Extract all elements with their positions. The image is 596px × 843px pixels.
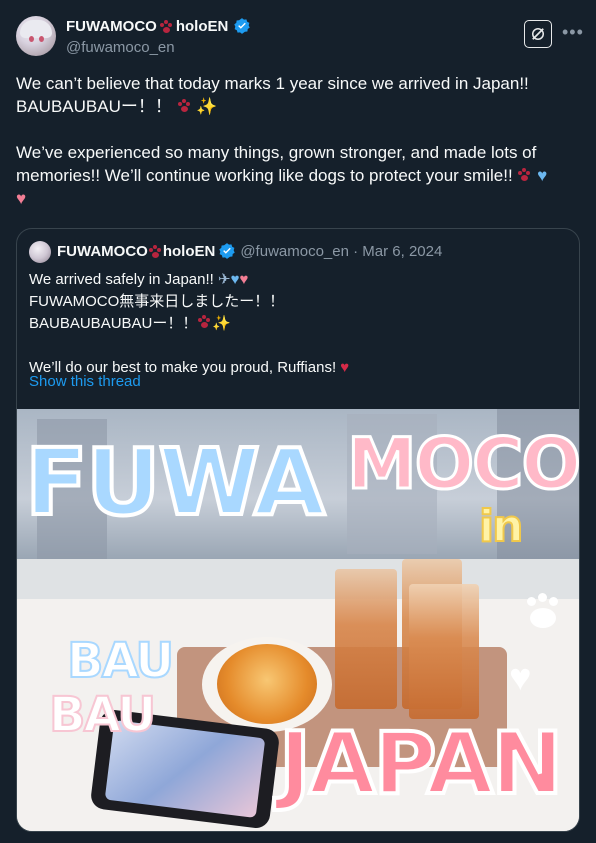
verified-badge-icon — [219, 243, 236, 259]
photo-text-japan: JAPAN — [277, 712, 565, 816]
author-handle[interactable]: @fuwamoco_en — [66, 39, 175, 56]
paw-print-icon — [177, 99, 191, 112]
blue-heart-icon: ♥ — [537, 166, 548, 185]
quoted-meta: @fuwamoco_en · Mar 6, 2024 — [240, 242, 443, 260]
quoted-text: We arrived safely in Japan!! ✈♥♥ FUWAMOC… — [29, 271, 350, 376]
post-line: We’ve experienced so many things, grown … — [16, 143, 548, 208]
photo-text-moco: MOCO — [345, 422, 579, 507]
quoted-author-avatar — [29, 241, 51, 263]
quoted-post[interactable]: FUWAMOCO holoEN @fuwamoco_en · Mar 6, 20… — [16, 228, 580, 832]
heart-with-ribbon-icon: ♥ — [340, 359, 350, 376]
pink-heart-icon: ♥ — [239, 271, 249, 288]
photo-text-fuwa: FUWA — [23, 427, 327, 538]
post-photo[interactable]: FUWA MOCO in BAU BAU JAPAN ♥ — [17, 409, 579, 831]
photo-text-in: in — [478, 500, 524, 553]
verified-badge-icon — [234, 18, 251, 34]
sparkles-icon: ✨ — [212, 315, 232, 332]
sparkles-icon: ✨ — [196, 97, 218, 116]
paw-print-icon — [148, 244, 162, 258]
paw-print-icon — [198, 315, 211, 328]
quoted-header: FUWAMOCO holoEN @fuwamoco_en · Mar 6, 20… — [57, 242, 443, 260]
grok-icon[interactable] — [524, 20, 552, 48]
airplane-icon: ✈ — [217, 271, 231, 288]
pink-heart-icon: ♥ — [16, 189, 27, 208]
paw-print-icon — [518, 168, 531, 181]
paw-sticker-icon — [527, 593, 558, 628]
heart-sticker-icon: ♥ — [509, 657, 532, 699]
author-avatar[interactable] — [16, 16, 56, 56]
quoted-author-name: FUWAMOCO — [57, 242, 148, 260]
show-thread-link[interactable]: Show this thread — [29, 373, 141, 390]
photo-text-bau-2: BAU — [48, 686, 157, 744]
author-name[interactable]: FUWAMOCO holoEN — [66, 17, 251, 35]
post-text: We can’t believe that today marks 1 year… — [16, 72, 576, 210]
post-line: We can’t believe that today marks 1 year… — [16, 74, 529, 93]
photo-text-bau-1: BAU — [66, 632, 175, 690]
more-icon[interactable]: ••• — [562, 22, 584, 43]
post-line: BAUBAUBAUー！！ ✨ — [16, 97, 218, 116]
paw-print-icon — [159, 19, 173, 33]
